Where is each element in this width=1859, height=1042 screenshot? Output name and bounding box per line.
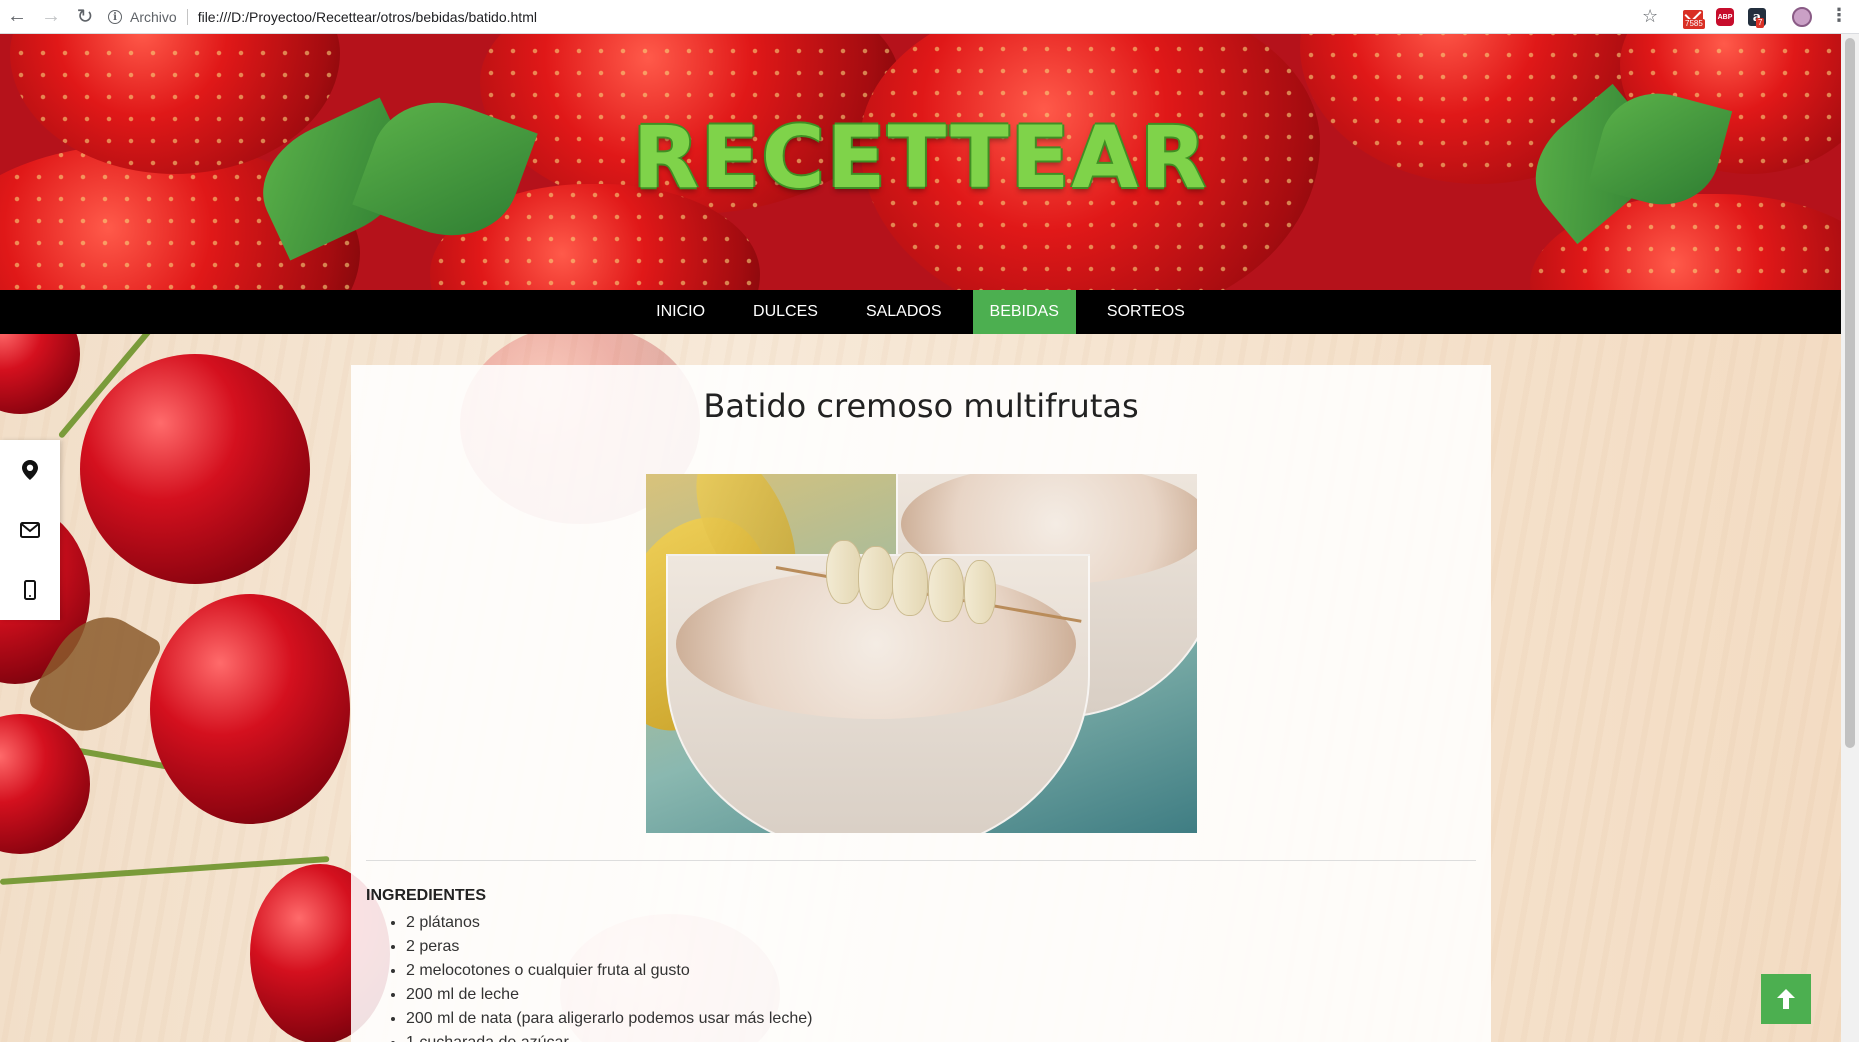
amazon-badge: 7 — [1756, 18, 1765, 28]
adblock-extension-icon[interactable]: ABP — [1714, 6, 1736, 28]
mobile-phone-icon[interactable] — [15, 575, 45, 605]
scrollbar-thumb[interactable] — [1845, 38, 1855, 748]
recipe-title: Batido cremoso multifrutas — [703, 387, 1139, 425]
browser-toolbar: ← → ↻ i Archivo file:///D:/Proyectoo/Rec… — [0, 0, 1859, 34]
info-icon[interactable]: i — [108, 10, 122, 24]
nav-item-salados[interactable]: SALADOS — [849, 290, 959, 334]
map-marker-icon[interactable] — [15, 455, 45, 485]
gmail-extension-icon[interactable]: 7585 — [1680, 6, 1706, 29]
back-to-top-button[interactable] — [1761, 974, 1811, 1024]
back-arrow-icon[interactable]: ← — [0, 0, 34, 34]
forward-arrow-icon[interactable]: → — [34, 0, 68, 34]
main-nav: INICIO DULCES SALADOS BEBIDAS SORTEOS — [0, 290, 1841, 334]
page-scrollbar[interactable] — [1841, 34, 1859, 1042]
ingredient-item: 2 melocotones o cualquier fruta al gusto — [406, 959, 812, 983]
ingredient-item: 200 ml de leche — [406, 983, 812, 1007]
nav-item-bebidas[interactable]: BEBIDAS — [972, 290, 1076, 334]
gmail-badge: 7585 — [1683, 19, 1705, 29]
reload-icon[interactable]: ↻ — [68, 0, 102, 34]
recipe-card: Batido cremoso multifrutas INGREDIENTES … — [351, 365, 1491, 1042]
browser-menu-icon[interactable]: ⋮ — [1830, 5, 1848, 26]
ingredient-item: 2 plátanos — [406, 911, 812, 935]
nav-item-inicio[interactable]: INICIO — [639, 290, 722, 334]
contact-sidebar — [0, 440, 60, 620]
site-logo-text[interactable]: RECETTEAR — [0, 108, 1841, 208]
ingredient-item: 2 peras — [406, 935, 812, 959]
ingredients-list: 2 plátanos 2 peras 2 melocotones o cualq… — [366, 911, 812, 1042]
envelope-icon[interactable] — [15, 515, 45, 545]
ingredients-heading: INGREDIENTES — [366, 887, 487, 904]
nav-item-sorteos[interactable]: SORTEOS — [1090, 290, 1202, 334]
page-viewport: RECETTEAR INICIO DULCES SALADOS BEBIDAS … — [0, 34, 1841, 1042]
address-separator — [186, 9, 188, 25]
ingredient-item: 200 ml de nata (para aligerarlo podemos … — [406, 1007, 812, 1031]
header-banner: RECETTEAR — [0, 34, 1841, 290]
url-text[interactable]: file:///D:/Proyectoo/Recettear/otros/beb… — [198, 9, 537, 25]
amazon-extension-icon[interactable]: a 7 — [1746, 6, 1768, 28]
scheme-label: Archivo — [130, 9, 177, 25]
arrow-up-icon — [1777, 989, 1795, 1009]
address-bar[interactable]: i Archivo file:///D:/Proyectoo/Recettear… — [108, 4, 1648, 30]
ingredient-item: 1 cucharada de azúcar — [406, 1031, 812, 1042]
nav-item-dulces[interactable]: DULCES — [736, 290, 835, 334]
profile-avatar[interactable] — [1792, 7, 1812, 27]
section-divider — [366, 860, 1476, 861]
bookmark-star-icon[interactable]: ☆ — [1642, 6, 1658, 27]
abp-label: ABP — [1716, 8, 1734, 26]
recipe-image — [646, 474, 1197, 833]
